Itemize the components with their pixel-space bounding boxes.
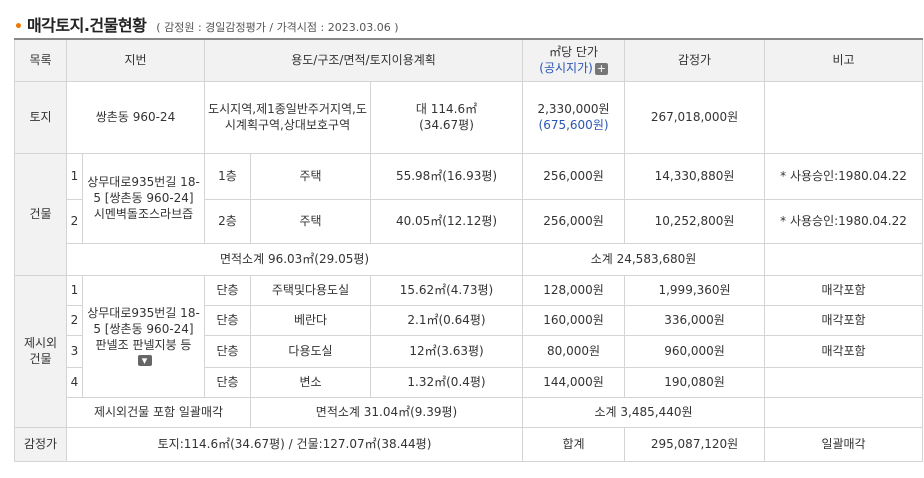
- row-appraisal: 10,252,800원: [624, 198, 766, 244]
- row-note: * 사용승인:1980.04.22: [764, 198, 924, 244]
- col-note: 비고: [764, 38, 924, 82]
- building-subtotal-note: [764, 242, 924, 276]
- row-use: 주택및다용도실: [250, 274, 371, 306]
- row-use: 변소: [250, 366, 371, 398]
- row-unit-price: 256,000원: [522, 198, 626, 244]
- row-note: 매각포함: [764, 304, 924, 336]
- row-area: 12㎡(3.63평): [369, 334, 524, 368]
- col-category: 목록: [14, 38, 67, 82]
- row-unit-price: 256,000원: [522, 152, 626, 200]
- row-floor: 단층: [204, 366, 251, 398]
- property-status-table: 목록 지번 용도/구조/면적/토지이용계획 ㎡당 단가 (공시지가) + 감정가 …: [14, 38, 924, 462]
- row-area: 15.62㎡(4.73평): [369, 274, 524, 306]
- land-appraisal: 267,018,000원: [624, 80, 766, 154]
- row-floor: 1층: [204, 152, 251, 200]
- row-appraisal: 190,080원: [624, 366, 766, 398]
- land-row: 토지 쌍촌동 960-24 도시지역,제1종일반주거지역,도시계획구역,상대보호…: [14, 80, 924, 154]
- row-note: 매각포함: [764, 334, 924, 368]
- col-lot: 지번: [66, 38, 205, 82]
- official-price-label: (공시지가): [539, 61, 593, 76]
- building-subtotal: 소계 24,583,680원: [522, 242, 766, 276]
- row-unit-price: 160,000원: [522, 304, 626, 336]
- row-use: 주택: [250, 198, 371, 244]
- table-header-row: 목록 지번 용도/구조/면적/토지이용계획 ㎡당 단가 (공시지가) + 감정가 …: [14, 38, 924, 82]
- row-no: 1: [66, 274, 83, 306]
- unit-price-label: ㎡당 단가: [549, 45, 598, 60]
- row-unit-price: 80,000원: [522, 334, 626, 368]
- row-note: [764, 366, 924, 398]
- row-area: 1.32㎡(0.4평): [369, 366, 524, 398]
- title-bullet: •: [14, 19, 23, 35]
- extra-subtotal-note: [764, 396, 924, 428]
- row-note: * 사용승인:1980.04.22: [764, 152, 924, 200]
- land-area-sqm: 대 114.6㎡: [415, 102, 478, 116]
- row-no: 4: [66, 366, 83, 398]
- total-note: 일괄매각: [764, 426, 924, 462]
- land-unit-price: 2,330,000원 (675,600원): [522, 80, 626, 154]
- section-title: 매각토지.건물현황: [26, 16, 147, 35]
- extra-label: 제시외 건물: [14, 274, 67, 428]
- row-appraisal: 960,000원: [624, 334, 766, 368]
- land-official-price: (675,600원): [538, 118, 609, 132]
- col-unit-price: ㎡당 단가 (공시지가) +: [522, 38, 626, 82]
- extra-address-cell: 상무대로935번길 18-5 [쌍촌동 960-24] 판넬조 판넬지붕 등 ▾: [82, 274, 205, 398]
- section-header: • 매각토지.건물현황 ( 감정원 : 경일감정평가 / 가격시점 : 2023…: [14, 12, 399, 35]
- row-no: 3: [66, 334, 83, 368]
- land-lot: 쌍촌동 960-24: [66, 80, 205, 154]
- row-appraisal: 1,999,360원: [624, 274, 766, 306]
- row-use: 베란다: [250, 304, 371, 336]
- total-row: 감정가 토지:114.6㎡(34.67평) / 건물:127.07㎡(38.44…: [14, 426, 924, 462]
- row-floor: 단층: [204, 274, 251, 306]
- total-summary: 토지:114.6㎡(34.67평) / 건물:127.07㎡(38.44평): [65, 426, 524, 462]
- building-address: 상무대로935번길 18-5 [쌍촌동 960-24] 시멘벽돌조스라브즙: [82, 152, 205, 244]
- land-label: 토지: [14, 80, 67, 154]
- row-note: 매각포함: [764, 274, 924, 306]
- building-area-subtotal: 면적소계 96.03㎡(29.05평): [65, 242, 524, 276]
- total-label: 감정가: [14, 426, 67, 462]
- chevron-down-box-icon[interactable]: ▾: [137, 355, 152, 367]
- row-area: 55.98㎡(16.93평): [369, 152, 524, 200]
- row-unit-price: 144,000원: [522, 366, 626, 398]
- row-floor: 단층: [204, 304, 251, 336]
- plus-box-icon[interactable]: +: [594, 62, 608, 75]
- row-unit-price: 128,000원: [522, 274, 626, 306]
- row-no: 1: [66, 152, 83, 200]
- building-label: 건물: [14, 152, 67, 276]
- building-subtotal-row: 면적소계 96.03㎡(29.05평) 소계 24,583,680원: [15, 242, 924, 276]
- extra-subtotal-row: 제시외건물 포함 일괄매각 면적소계 31.04㎡(9.39평) 소계 3,48…: [15, 396, 924, 428]
- building-row: 건물 1 상무대로935번길 18-5 [쌍촌동 960-24] 시멘벽돌조스라…: [14, 152, 924, 276]
- row-appraisal: 14,330,880원: [624, 152, 766, 200]
- total-sum-label: 합계: [522, 426, 626, 462]
- col-usage: 용도/구조/면적/토지이용계획: [203, 38, 524, 82]
- row-area: 2.1㎡(0.64평): [369, 304, 524, 336]
- land-note: [764, 80, 924, 154]
- col-appraisal: 감정가: [624, 38, 766, 82]
- row-no: 2: [66, 304, 83, 336]
- total-amount: 295,087,120원: [624, 426, 766, 462]
- row-floor: 2층: [204, 198, 251, 244]
- row-appraisal: 336,000원: [624, 304, 766, 336]
- land-zoning: 도시지역,제1종일반주거지역,도시계획구역,상대보호구역: [204, 80, 371, 154]
- land-unit-price-value: 2,330,000원: [537, 102, 610, 116]
- land-area-pyeong: (34.67평): [419, 118, 474, 132]
- row-use: 주택: [250, 152, 371, 200]
- extra-included-note: 제시외건물 포함 일괄매각: [66, 396, 251, 428]
- land-area: 대 114.6㎡ (34.67평): [369, 80, 524, 154]
- extra-area-subtotal: 면적소계 31.04㎡(9.39평): [249, 396, 524, 428]
- extra-label-line2: 건물: [29, 352, 52, 366]
- row-floor: 단층: [204, 334, 251, 368]
- row-use: 다용도실: [250, 334, 371, 368]
- row-area: 40.05㎡(12.12평): [369, 198, 524, 244]
- extra-row: 제시외 건물 1 상무대로935번길 18-5 [쌍촌동 960-24] 판넬조…: [14, 274, 924, 428]
- extra-address: 상무대로935번길 18-5 [쌍촌동 960-24] 판넬조 판넬지붕 등: [87, 306, 200, 352]
- extra-label-line1: 제시외: [23, 336, 58, 350]
- extra-subtotal: 소계 3,485,440원: [522, 396, 766, 428]
- row-no: 2: [66, 198, 83, 244]
- section-subtitle: ( 감정원 : 경일감정평가 / 가격시점 : 2023.03.06 ): [156, 21, 399, 34]
